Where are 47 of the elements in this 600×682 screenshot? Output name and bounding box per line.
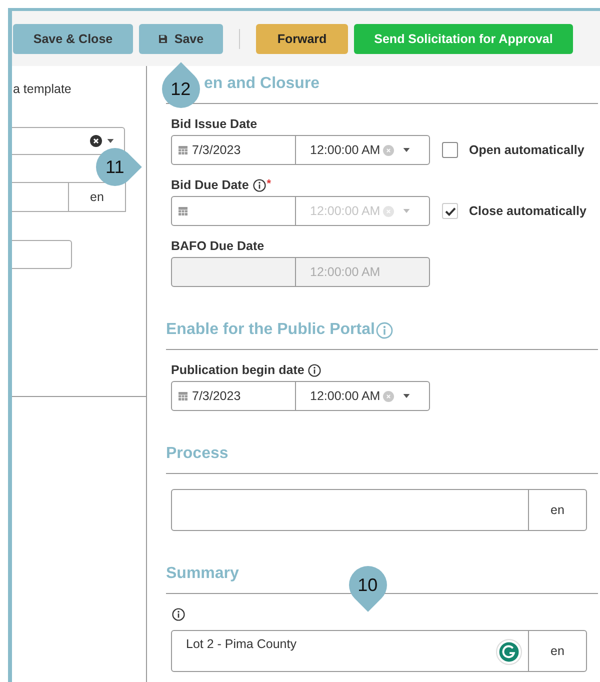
field-value: Lot 2 - Pima County <box>186 637 296 651</box>
toolbar-button[interactable]: Forward <box>256 24 348 54</box>
caret-icon <box>403 209 410 213</box>
text-field[interactable]: Lot 2 - Pima County en <box>171 630 587 672</box>
check-icon <box>444 206 456 216</box>
caret-icon <box>107 139 114 143</box>
time-value: 12:00:00 AM <box>310 265 380 279</box>
field-label: Bid Due Date <box>171 178 249 192</box>
field-label: Publication begin date <box>171 363 304 377</box>
text-field[interactable]: en <box>171 489 587 531</box>
clear-icon <box>383 206 394 216</box>
date-value: 7/3/2023 <box>192 143 241 157</box>
checkbox[interactable] <box>442 142 458 158</box>
grammar-assistant-icon[interactable] <box>496 639 522 665</box>
toolbar-button[interactable]: Save & Close <box>13 24 133 54</box>
time-value: 12:00:00 AM <box>310 143 380 157</box>
section-heading: Process <box>166 444 228 464</box>
info-icon <box>376 322 393 338</box>
time-value: 12:00:00 AM <box>310 389 380 403</box>
checkbox-label: Open automatically <box>469 143 584 157</box>
info-icon <box>308 364 322 376</box>
field-label: Bid Issue Date <box>171 117 258 131</box>
clear-icon <box>383 144 394 156</box>
required-mark: * <box>266 178 272 190</box>
section-heading: Enable for the Public Portal <box>166 320 375 340</box>
checkbox[interactable] <box>442 203 458 219</box>
calendar-icon <box>178 145 188 155</box>
calendar-icon <box>178 206 188 216</box>
field-label: BAFO Due Date <box>171 239 264 253</box>
date-time-field[interactable]: 7/3/2023 12:00:00 AM <box>171 135 430 165</box>
checkbox-label: Close automatically <box>469 204 586 218</box>
template-label: a template <box>12 82 72 96</box>
input-field[interactable] <box>12 240 72 269</box>
date-value: 7/3/2023 <box>192 389 241 403</box>
caret-icon <box>403 148 410 152</box>
calendar-icon <box>178 391 188 401</box>
language-addon[interactable]: en <box>528 631 586 671</box>
language-addon[interactable]: en <box>528 490 586 530</box>
info-icon <box>172 608 185 621</box>
info-icon <box>252 178 266 192</box>
date-time-field[interactable]: 7/3/2023 12:00:00 AM <box>171 381 430 411</box>
toolbar-button[interactable]: Save <box>139 24 223 54</box>
clear-icon <box>383 390 394 402</box>
time-value: 12:00:00 AM <box>310 204 380 218</box>
section-heading: Summary <box>166 564 239 584</box>
clear-icon <box>90 135 102 147</box>
caret-icon <box>403 394 410 398</box>
